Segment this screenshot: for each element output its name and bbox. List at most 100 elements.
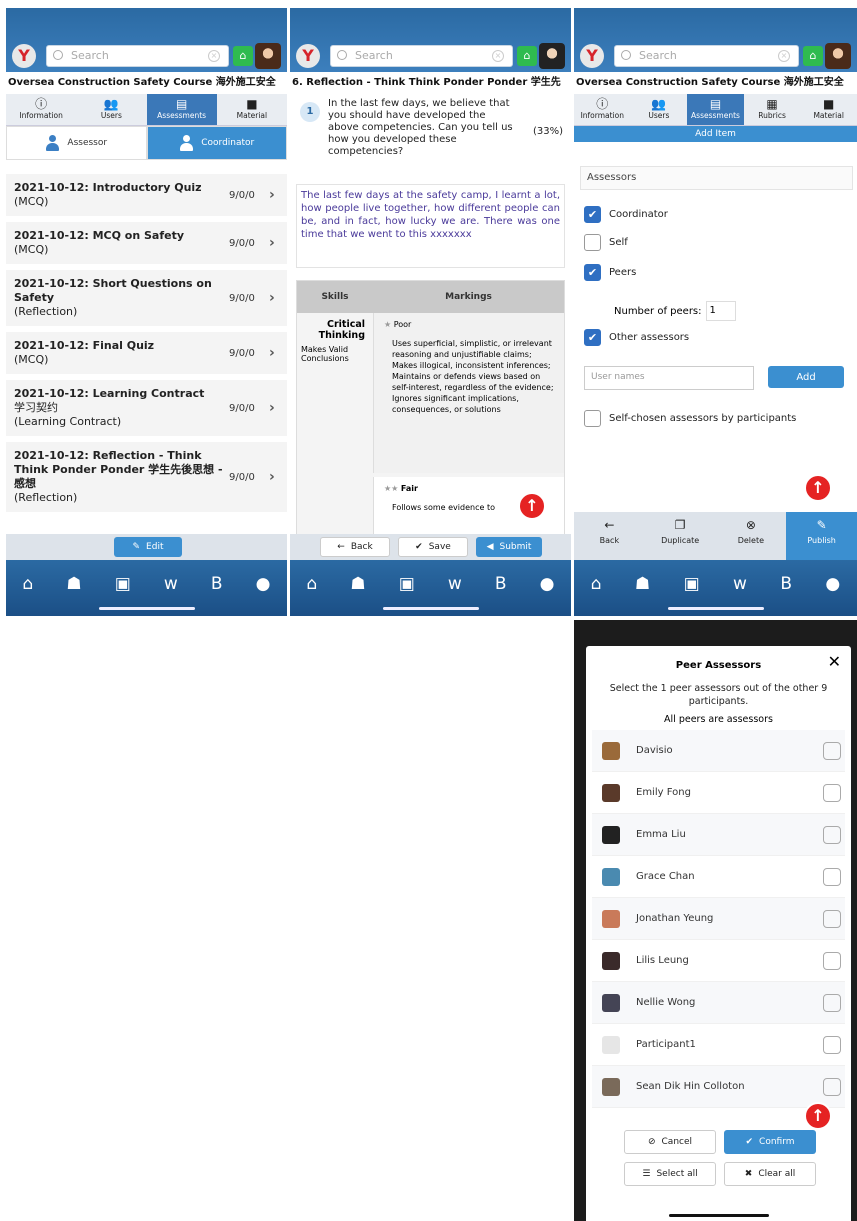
scroll-top-icon[interactable]: ↑ [518,492,546,520]
search-input[interactable]: Search × [330,45,513,67]
avatar[interactable] [825,43,851,69]
add-item-button[interactable]: Add Item [574,126,857,142]
delete-button[interactable]: ⊗ Delete [716,512,787,560]
close-icon[interactable]: ✕ [828,652,841,671]
wiki-icon[interactable]: w [733,574,747,594]
list-item[interactable]: 2021-10-12: Learning Contract 学习契约 (Learni… [6,380,287,442]
participant-checkbox[interactable] [823,909,841,928]
duplicate-button[interactable]: ❐ Duplicate [645,512,716,560]
home-icon[interactable]: ⌂ [803,46,823,66]
chat-icon[interactable]: ● [825,574,840,594]
back-button[interactable]: ← Back [320,537,390,557]
list-item[interactable]: Nellie Wong [592,982,845,1024]
list-item[interactable]: 2021-10-12: Introductory Quiz (MCQ) 9/0/0 › [6,174,287,222]
answer-textarea[interactable]: The last few days at the safety camp, I … [296,184,565,268]
tab-coordinator[interactable]: Coordinator [146,126,287,160]
tab-rubrics[interactable]: ▦ Rubrics [744,94,801,125]
home-icon[interactable]: ⌂ [23,574,34,594]
list-item[interactable]: Lilis Leung [592,940,845,982]
clear-all-button[interactable]: ✖ Clear all [724,1162,816,1186]
list-item[interactable]: 2021-10-12: Final Quiz (MCQ) 9/0/0 › [6,332,287,380]
blog-icon[interactable]: B [780,574,792,594]
blog-icon[interactable]: B [211,574,223,594]
clear-icon[interactable]: × [492,50,504,62]
marking-poor[interactable]: ★ Poor Uses superficial, simplistic, or … [373,313,564,473]
app-logo[interactable]: Y [580,44,604,68]
home-icon[interactable]: ⌂ [591,574,602,594]
list-item[interactable]: Davisio [592,730,845,772]
cancel-button[interactable]: ⊘ Cancel [624,1130,716,1154]
tab-material[interactable]: ■ Material [800,94,857,125]
participant-checkbox[interactable] [823,993,841,1012]
submit-button[interactable]: ◀ Submit [476,537,542,557]
home-icon[interactable]: ⌂ [307,574,318,594]
list-item[interactable]: Grace Chan [592,856,845,898]
scroll-top-icon[interactable]: ↑ [804,1102,832,1130]
participant-checkbox[interactable] [823,741,841,760]
list-item[interactable]: Participant1 [592,1024,845,1066]
tab-users[interactable]: 👥 Users [631,94,688,125]
coordinator-checkbox[interactable]: ✔ Coordinator [584,206,668,223]
publish-button[interactable]: ✎ Publish [786,512,857,560]
wiki-icon[interactable]: w [164,574,178,594]
tab-information[interactable]: ⓘ Information [6,94,76,125]
chat-icon[interactable]: ● [256,574,271,594]
list-item[interactable]: 2021-10-12: MCQ on Safety (MCQ) 9/0/0 › [6,222,287,270]
user-names-input[interactable]: User names [584,366,754,390]
search-input[interactable]: Search × [614,45,799,67]
participant-checkbox[interactable] [823,1035,841,1054]
blog-icon[interactable]: B [495,574,507,594]
participant-checkbox[interactable] [823,867,841,886]
tab-assessments[interactable]: ▤ Assessments [146,94,217,125]
back-button[interactable]: ← Back [574,512,645,560]
participant-checkbox[interactable] [823,951,841,970]
self-chosen-checkbox[interactable]: Self-chosen assessors by participants [584,410,796,427]
tab-assessor[interactable]: Assessor [6,126,147,160]
other-assessors-checkbox[interactable]: ✔ Other assessors [584,329,689,346]
search-input[interactable]: Search × [46,45,229,67]
participant-checkbox[interactable] [823,1077,841,1096]
home-icon[interactable]: ⌂ [517,46,537,66]
app-logo[interactable]: Y [296,44,320,68]
arrow-left-icon: ← [337,542,345,552]
list-item[interactable]: 2021-10-12: Short Questions on Safety (Re… [6,270,287,332]
list-item[interactable]: Jonathan Yeung [592,898,845,940]
app-logo[interactable]: Y [12,44,36,68]
participant-checkbox[interactable] [823,783,841,802]
list-item[interactable]: 2021-10-12: Reflection - Think Think Pon… [6,442,287,518]
scroll-top-icon[interactable]: ↑ [804,474,832,502]
users-icon[interactable]: ☗ [66,574,81,594]
select-all-button[interactable]: ☰ Select all [624,1162,716,1186]
tab-material[interactable]: ■ Material [217,94,287,125]
users-icon[interactable]: ☗ [635,574,650,594]
number-of-peers-input[interactable]: 1 [705,301,736,321]
edit-button[interactable]: ✎ Edit [114,537,182,557]
chevron-right-icon: › [269,235,275,251]
list-item[interactable]: Sean Dik Hin Colloton [592,1066,845,1108]
confirm-button[interactable]: ✔ Confirm [724,1130,816,1154]
wiki-icon[interactable]: w [448,574,462,594]
clipboard-icon[interactable]: ▣ [684,574,700,594]
save-button[interactable]: ✔ Save [398,537,468,557]
chat-icon[interactable]: ● [540,574,555,594]
list-item[interactable]: Emily Fong [592,772,845,814]
skill-cell: Critical Thinking Makes Valid Conclusions [301,319,365,363]
clear-icon[interactable]: × [778,50,790,62]
tab-assessments[interactable]: ▤ Assessments [687,94,744,125]
clipboard-icon[interactable]: ▣ [399,574,415,594]
participant-checkbox[interactable] [823,825,841,844]
avatar[interactable] [539,43,565,69]
search-placeholder: Search [71,49,109,62]
home-icon[interactable]: ⌂ [233,46,253,66]
self-checkbox[interactable]: Self [584,234,628,251]
users-icon[interactable]: ☗ [350,574,365,594]
tab-information[interactable]: ⓘ Information [574,94,631,125]
clear-icon[interactable]: × [208,50,220,62]
peers-checkbox[interactable]: ✔ Peers [584,264,636,281]
clipboard-icon[interactable]: ▣ [115,574,131,594]
list-item[interactable]: Emma Liu [592,814,845,856]
add-button[interactable]: Add [768,366,844,388]
chevron-right-icon: › [269,469,275,485]
avatar[interactable] [255,43,281,69]
tab-users[interactable]: 👥 Users [76,94,146,125]
